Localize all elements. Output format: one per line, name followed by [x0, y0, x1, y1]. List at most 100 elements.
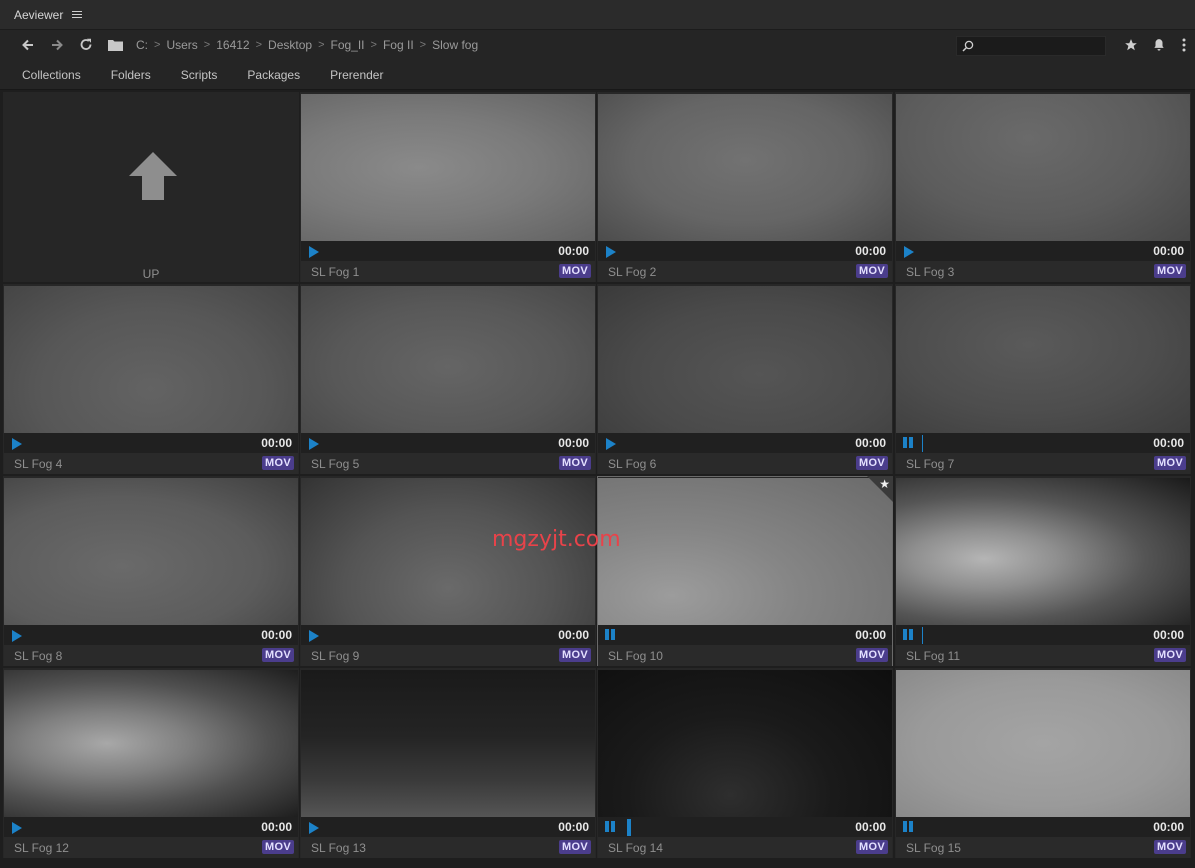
up-folder-tile[interactable]: UP [3, 92, 299, 282]
format-badge: MOV [559, 264, 591, 278]
media-tile[interactable]: 00:00 SL Fog 14 MOV [597, 668, 893, 858]
star-icon[interactable] [1122, 36, 1140, 54]
file-name: SL Fog 9 [311, 649, 360, 663]
breadcrumb-item[interactable]: Users [166, 38, 197, 52]
playback-progress[interactable] [922, 627, 923, 644]
media-tile[interactable]: 00:00 SL Fog 12 MOV [3, 668, 299, 858]
arrow-right-icon[interactable] [47, 35, 67, 55]
pause-icon[interactable] [903, 437, 914, 448]
media-tile[interactable]: 00:00 SL Fog 11 MOV [895, 476, 1191, 666]
navigation-toolbar: C: > Users > 16412 > Desktop > Fog_II > Fog I… [0, 30, 1195, 60]
tile-meta: SL Fog 11 MOV [896, 645, 1190, 666]
search-input[interactable] [956, 36, 1106, 56]
play-icon[interactable] [309, 822, 319, 834]
favorite-star-icon[interactable]: ★ [879, 477, 890, 491]
tab-folders[interactable]: Folders [111, 68, 151, 82]
video-thumbnail [301, 286, 595, 433]
arrow-up-icon [129, 152, 177, 200]
media-tile[interactable]: 00:00 SL Fog 1 MOV [300, 92, 596, 282]
media-tile[interactable]: 00:00 SL Fog 4 MOV [3, 284, 299, 474]
breadcrumb-item[interactable]: 16412 [216, 38, 249, 52]
bell-icon[interactable] [1150, 36, 1168, 54]
file-name: SL Fog 7 [906, 457, 955, 471]
video-thumbnail [598, 670, 892, 817]
tile-meta: SL Fog 8 MOV [4, 645, 298, 666]
chevron-right-icon: > [318, 39, 325, 51]
refresh-icon[interactable] [76, 35, 96, 55]
pause-icon[interactable] [605, 629, 616, 640]
hamburger-menu-icon[interactable] [71, 10, 83, 20]
duration: 00:00 [558, 244, 589, 258]
video-thumbnail [598, 94, 892, 241]
format-badge: MOV [1154, 264, 1186, 278]
play-icon[interactable] [309, 438, 319, 450]
breadcrumb: C: > Users > 16412 > Desktop > Fog_II > Fog I… [136, 38, 478, 52]
tile-meta: SL Fog 15 MOV [896, 837, 1190, 858]
media-tile[interactable]: 00:00 SL Fog 5 MOV [300, 284, 596, 474]
format-badge: MOV [856, 648, 888, 662]
play-icon[interactable] [606, 246, 616, 258]
media-tile[interactable]: 00:00 SL Fog 15 MOV [895, 668, 1191, 858]
duration: 00:00 [855, 820, 886, 834]
playback-progress[interactable] [922, 435, 923, 452]
media-tile[interactable]: 00:00 SL Fog 6 MOV [597, 284, 893, 474]
folder-icon[interactable] [105, 35, 125, 55]
duration: 00:00 [558, 628, 589, 642]
playback-bar: 00:00 [896, 241, 1190, 261]
pause-icon[interactable] [903, 629, 914, 640]
video-thumbnail [4, 670, 298, 817]
file-name: SL Fog 14 [608, 841, 663, 855]
tab-prerender[interactable]: Prerender [330, 68, 383, 82]
tab-collections[interactable]: Collections [22, 68, 81, 82]
play-icon[interactable] [904, 246, 914, 258]
play-icon[interactable] [12, 438, 22, 450]
format-badge: MOV [559, 840, 591, 854]
duration: 00:00 [1153, 244, 1184, 258]
video-thumbnail [896, 670, 1190, 817]
more-vertical-icon[interactable] [1178, 36, 1190, 54]
media-tile[interactable]: 00:00 SL Fog 7 MOV [895, 284, 1191, 474]
play-icon[interactable] [12, 630, 22, 642]
video-thumbnail [4, 286, 298, 433]
file-name: SL Fog 12 [14, 841, 69, 855]
tab-scripts[interactable]: Scripts [181, 68, 218, 82]
breadcrumb-item[interactable]: Desktop [268, 38, 312, 52]
file-name: SL Fog 13 [311, 841, 366, 855]
video-thumbnail [896, 286, 1190, 433]
breadcrumb-item[interactable]: C: [136, 38, 148, 52]
tile-meta: SL Fog 5 MOV [301, 453, 595, 474]
format-badge: MOV [262, 840, 294, 854]
breadcrumb-item-current[interactable]: Slow fog [432, 38, 478, 52]
media-tile[interactable]: 00:00 SL Fog 3 MOV [895, 92, 1191, 282]
tab-bar: Collections Folders Scripts Packages Pre… [0, 60, 1195, 90]
format-badge: MOV [1154, 456, 1186, 470]
media-tile[interactable]: 00:00 SL Fog 9 MOV [300, 476, 596, 666]
play-icon[interactable] [309, 630, 319, 642]
media-tile[interactable]: 00:00 SL Fog 8 MOV [3, 476, 299, 666]
media-tile[interactable]: 00:00 SL Fog 2 MOV [597, 92, 893, 282]
tab-packages[interactable]: Packages [247, 68, 300, 82]
chevron-right-icon: > [419, 39, 427, 51]
pause-icon[interactable] [605, 821, 616, 832]
play-icon[interactable] [309, 246, 319, 258]
format-badge: MOV [856, 456, 888, 470]
file-name: SL Fog 15 [906, 841, 961, 855]
pause-icon[interactable] [903, 821, 914, 832]
play-icon[interactable] [606, 438, 616, 450]
file-name: SL Fog 6 [608, 457, 657, 471]
arrow-left-icon[interactable] [18, 35, 38, 55]
duration: 00:00 [261, 436, 292, 450]
play-icon[interactable] [12, 822, 22, 834]
media-tile-selected[interactable]: ★ 00:00 SL Fog 10 MOV [597, 476, 893, 666]
playback-progress[interactable] [627, 819, 631, 836]
breadcrumb-item[interactable]: Fog II [383, 38, 414, 52]
chevron-right-icon: > [203, 39, 211, 51]
file-name: SL Fog 4 [14, 457, 63, 471]
playback-bar: 00:00 [301, 625, 595, 645]
breadcrumb-item[interactable]: Fog_II [331, 38, 365, 52]
playback-bar: 00:00 [598, 433, 892, 453]
file-name: SL Fog 5 [311, 457, 360, 471]
media-tile[interactable]: 00:00 SL Fog 13 MOV [300, 668, 596, 858]
video-thumbnail [896, 478, 1190, 625]
duration: 00:00 [558, 436, 589, 450]
